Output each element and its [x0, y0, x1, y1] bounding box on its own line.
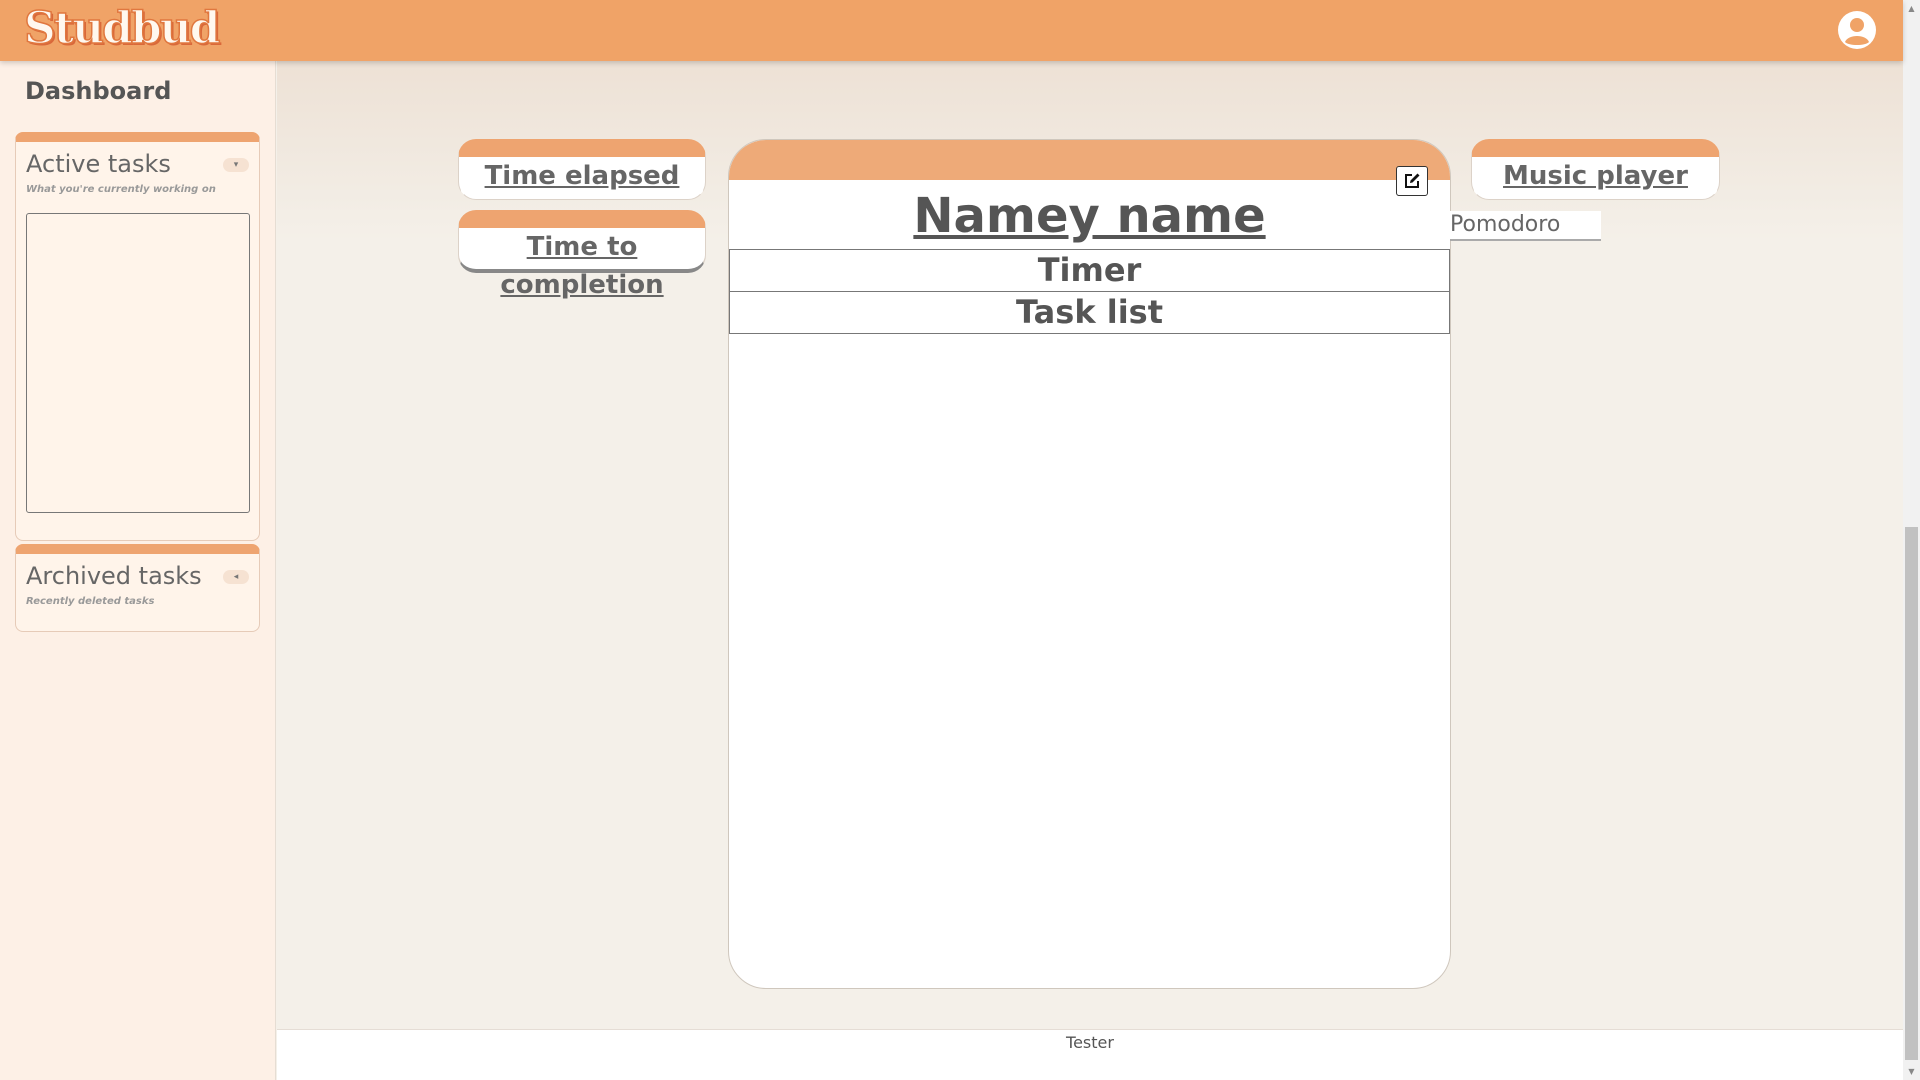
scroll-thumb[interactable]	[1905, 527, 1918, 1060]
footer: Tester	[277, 1029, 1903, 1080]
scroll-down-arrow[interactable]: ▼	[1903, 1063, 1920, 1080]
archived-tasks-subtitle: Recently deleted tasks	[26, 596, 155, 607]
task-card-header	[729, 140, 1450, 180]
archived-tasks-panel: Archived tasks Recently deleted tasks ◂	[15, 544, 260, 632]
active-tasks-panel: Active tasks What you're currently worki…	[15, 132, 260, 541]
footer-text: Tester	[1066, 1033, 1114, 1052]
archived-tasks-title: Archived tasks	[26, 562, 202, 590]
task-list-section-button[interactable]: Task list	[729, 291, 1450, 334]
time-to-completion-link[interactable]: Time to completion	[459, 228, 705, 304]
task-card-title[interactable]: Namey name	[729, 188, 1450, 244]
top-header: Studbud	[0, 0, 1903, 61]
time-to-completion-widget[interactable]: Time to completion	[458, 210, 706, 300]
app-logo[interactable]: Studbud	[23, 2, 221, 55]
task-card: Namey name Timer Task list	[728, 139, 1451, 989]
timer-section-button[interactable]: Timer	[729, 249, 1450, 292]
sidebar-title: Dashboard	[25, 77, 172, 105]
time-elapsed-link[interactable]: Time elapsed	[459, 157, 705, 195]
archived-tasks-expand-toggle[interactable]: ◂	[223, 570, 249, 584]
active-tasks-title: Active tasks	[26, 150, 171, 178]
sidebar: Dashboard Active tasks What you're curre…	[0, 61, 276, 1080]
time-elapsed-widget[interactable]: Time elapsed	[458, 139, 706, 200]
page-scrollbar[interactable]: ▲ ▼	[1903, 0, 1920, 1080]
pomodoro-button[interactable]: Pomodoro	[1450, 211, 1601, 241]
active-tasks-collapse-toggle[interactable]: ▾	[223, 158, 249, 172]
scroll-up-arrow[interactable]: ▲	[1903, 0, 1920, 17]
account-circle-icon[interactable]	[1837, 10, 1877, 50]
music-player-widget[interactable]: Music player	[1471, 139, 1720, 200]
active-tasks-dropzone[interactable]	[26, 213, 250, 513]
music-player-link[interactable]: Music player	[1472, 157, 1719, 195]
active-tasks-subtitle: What you're currently working on	[26, 184, 216, 195]
